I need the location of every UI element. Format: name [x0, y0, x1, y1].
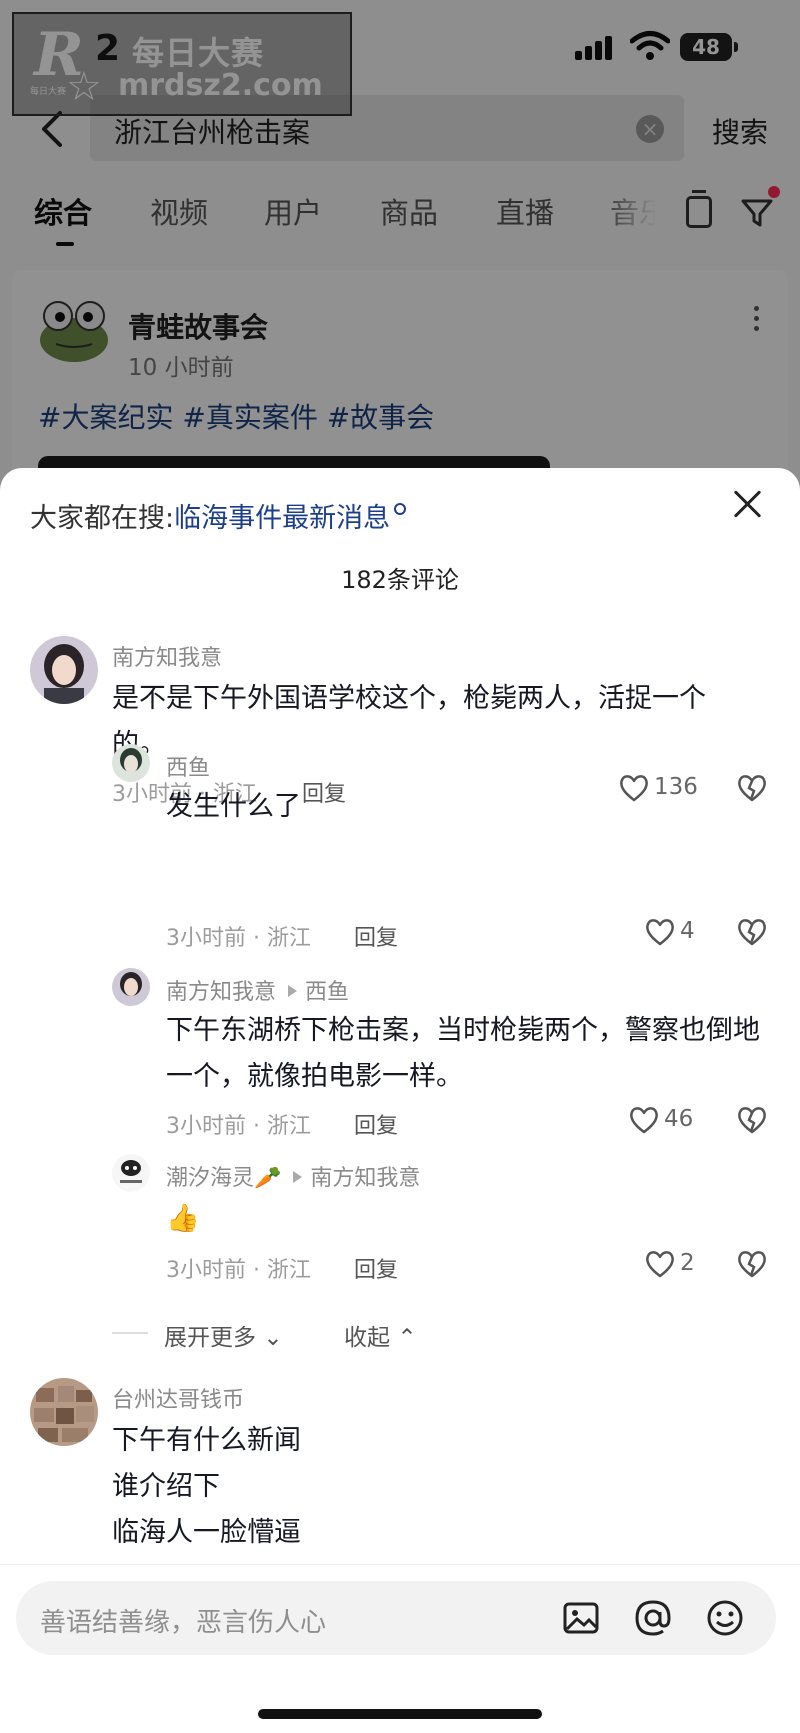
collapse-button[interactable]: 收起 ⌃ — [344, 1318, 417, 1352]
dislike-icon[interactable] — [736, 1248, 768, 1280]
comment-text: 👍 — [166, 1196, 766, 1242]
comment-count: 182条评论 — [341, 566, 459, 594]
home-indicator — [258, 1709, 542, 1719]
comment-meta: 3小时前 · 浙江 — [166, 1258, 311, 1283]
author-name[interactable]: 南方知我意 — [166, 980, 276, 1005]
hot-search-label: 大家都在搜: — [30, 503, 175, 534]
like-count: 46 — [664, 1106, 694, 1132]
chevron-up-icon: ⌃ — [397, 1325, 417, 1351]
comment-line: 下午东湖桥下枪击案，当时枪毙两个，警察也倒地 — [166, 1015, 760, 1046]
emoji-icon[interactable] — [706, 1599, 744, 1637]
comment-input-placeholder: 善语结善缘，恶言伤人心 — [40, 1608, 327, 1638]
close-icon[interactable] — [732, 488, 764, 520]
comment-text: 下午东湖桥下枪击案，当时枪毙两个，警察也倒地 一个，就像拍电影一样。 — [166, 1008, 786, 1100]
hot-search-link[interactable]: 临海事件最新消息 — [174, 503, 390, 534]
like-count: 2 — [680, 1250, 695, 1276]
modal-overlay[interactable] — [0, 0, 800, 500]
hot-search-bar: 大家都在搜:临海事件最新消息 — [30, 496, 407, 535]
reply-button[interactable]: 回复 — [354, 1108, 398, 1140]
comment-text: 发生什么了 — [166, 784, 766, 830]
chevron-down-icon: ⌄ — [263, 1325, 283, 1351]
search-icon — [394, 503, 407, 515]
comment-input[interactable]: 善语结善缘，恶言伤人心 — [16, 1581, 776, 1655]
expand-more-button[interactable]: 展开更多 ⌄ — [164, 1318, 283, 1352]
comment-author: 南方知我意 西鱼 — [166, 974, 349, 1006]
reply-button[interactable]: 回复 — [354, 920, 398, 952]
avatar[interactable] — [30, 1378, 98, 1446]
avatar[interactable] — [112, 1154, 150, 1192]
comment-author[interactable]: 南方知我意 — [112, 640, 222, 672]
comment-meta: 3小时前 · 浙江 — [166, 926, 311, 951]
like-count: 4 — [680, 918, 695, 944]
heart-icon — [630, 1107, 658, 1134]
collapse-label: 收起 — [344, 1325, 390, 1351]
thumbs-up-emoji: 👍 — [166, 1203, 200, 1234]
heart-icon — [646, 919, 674, 946]
avatar[interactable] — [30, 636, 98, 704]
comment-sheet: 大家都在搜:临海事件最新消息 182条评论 南方知我意 是不是下午外国语学校这个… — [0, 468, 800, 1733]
comment-line: 是不是下午外国语学校这个，枪毙两人，活捉一个 — [112, 683, 706, 714]
comment-line: 临海人一脸懵逼 — [112, 1517, 301, 1548]
comment-line: 谁介绍下 — [112, 1471, 220, 1502]
reply-arrow-icon — [288, 985, 298, 997]
reply-to-name[interactable]: 南方知我意 — [310, 1166, 420, 1191]
comment-author: 潮汐海灵🥕 南方知我意 — [166, 1160, 420, 1192]
comment-meta: 3小时前 · 浙江 — [166, 1114, 311, 1139]
thread-controls: 展开更多 ⌄ 收起 ⌃ — [112, 1312, 512, 1352]
author-name[interactable]: 潮汐海灵🥕 — [166, 1166, 281, 1191]
heart-icon — [646, 1251, 674, 1278]
expand-more-label: 展开更多 — [164, 1325, 256, 1351]
reply-to-name[interactable]: 西鱼 — [305, 980, 349, 1005]
reply-button[interactable]: 回复 — [354, 1252, 398, 1284]
dislike-icon[interactable] — [736, 1104, 768, 1136]
comment-text: 下午有什么新闻 谁介绍下 临海人一脸懵逼 — [112, 1418, 752, 1556]
comment-input-area: 善语结善缘，恶言伤人心 — [0, 1564, 800, 1733]
comment-line: 发生什么了 — [166, 791, 301, 822]
mention-icon[interactable] — [634, 1599, 672, 1637]
image-icon[interactable] — [562, 1599, 600, 1637]
avatar[interactable] — [112, 968, 150, 1006]
avatar[interactable] — [112, 744, 150, 782]
comment-line: 下午有什么新闻 — [112, 1425, 301, 1456]
divider — [112, 1332, 148, 1334]
comment-author[interactable]: 台州达哥钱币 — [112, 1382, 244, 1414]
reply-arrow-icon — [293, 1171, 303, 1183]
comment-line: 一个，就像拍电影一样。 — [166, 1061, 463, 1092]
dislike-icon[interactable] — [736, 916, 768, 948]
comment-author[interactable]: 西鱼 — [166, 750, 210, 782]
